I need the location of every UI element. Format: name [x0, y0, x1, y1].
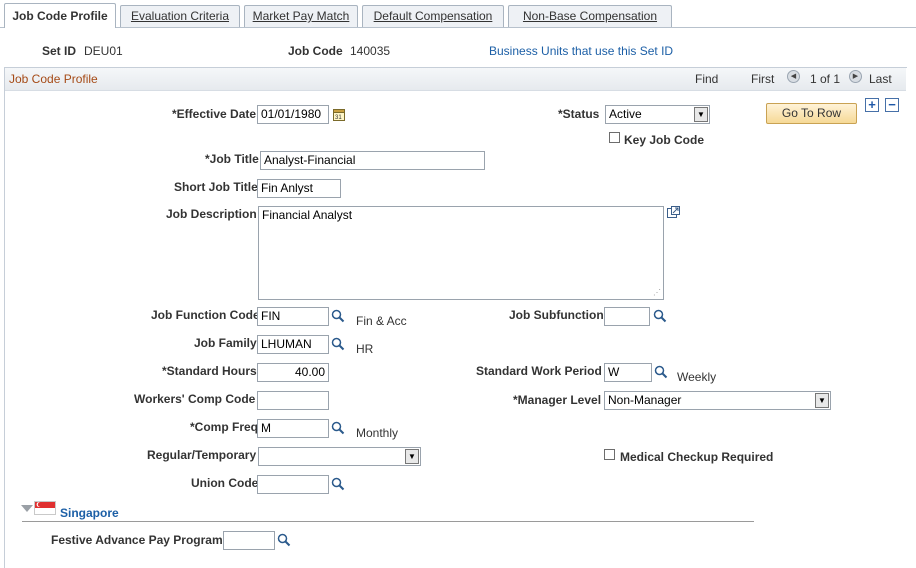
job-subfunction-label: Job Subfunction: [509, 308, 604, 322]
add-row-icon[interactable]: +: [865, 98, 879, 112]
job-function-description: Fin & Acc: [356, 314, 407, 328]
job-family-input[interactable]: LHUMAN: [257, 335, 329, 354]
short-job-title-input[interactable]: Fin Anlyst: [257, 179, 341, 198]
jobcode-label: Job Code: [288, 44, 343, 58]
festive-advance-pay-label: Festive Advance Pay Program: [51, 533, 223, 547]
find-link[interactable]: Find: [695, 72, 718, 86]
standard-work-period-label: Standard Work Period: [476, 364, 602, 378]
effective-date-input[interactable]: 01/01/1980: [257, 105, 329, 124]
magnifier-icon[interactable]: [331, 337, 345, 351]
job-title-input[interactable]: Analyst-Financial: [260, 151, 485, 170]
job-title-label: *Job Title: [205, 152, 259, 166]
tab-job-code-profile[interactable]: Job Code Profile: [4, 3, 116, 28]
job-description-textarea[interactable]: Financial Analyst ⋰: [258, 206, 664, 300]
section-divider: [22, 521, 754, 522]
tab-label: Market Pay Match: [252, 9, 350, 23]
dropdown-arrow-icon: ▼: [405, 449, 419, 464]
magnifier-icon[interactable]: [277, 533, 291, 547]
magnifier-icon[interactable]: [331, 309, 345, 323]
job-function-code-input[interactable]: FIN: [257, 307, 329, 326]
last-label: Last: [869, 72, 892, 86]
business-units-link[interactable]: Business Units that use this Set ID: [489, 44, 673, 58]
job-description-label: Job Description: [166, 207, 257, 221]
key-job-code-label: Key Job Code: [624, 133, 705, 147]
job-family-label: Job Family: [194, 336, 257, 350]
magnifier-icon[interactable]: [331, 421, 345, 435]
medical-checkup-checkbox[interactable]: [604, 449, 615, 460]
comp-freq-label: *Comp Freq: [190, 420, 259, 434]
tab-label: Default Compensation: [373, 9, 493, 23]
singapore-flag-icon: [34, 501, 56, 515]
workers-comp-code-input[interactable]: [257, 391, 329, 410]
manager-level-label: *Manager Level: [513, 393, 602, 407]
union-code-label: Union Code: [191, 476, 259, 490]
go-to-row-button[interactable]: Go To Row: [766, 103, 857, 124]
magnifier-icon[interactable]: [653, 309, 667, 323]
tab-evaluation-criteria[interactable]: Evaluation Criteria: [120, 5, 240, 27]
status-select-value: Active: [609, 107, 642, 121]
job-family-description: HR: [356, 342, 374, 356]
tab-non-base-compensation[interactable]: Non-Base Compensation: [508, 5, 672, 27]
standard-hours-label: *Standard Hours: [162, 364, 257, 378]
job-description-text: Financial Analyst: [262, 208, 353, 222]
jobcode-value: 140035: [350, 44, 391, 58]
singapore-section-link[interactable]: Singapore: [60, 506, 119, 520]
scroll-area-title: Job Code Profile: [9, 72, 98, 86]
setid-label: Set ID: [42, 44, 77, 58]
first-label: First: [751, 72, 775, 86]
tab-label: Non-Base Compensation: [522, 9, 658, 23]
magnifier-icon[interactable]: [654, 365, 668, 379]
short-job-title-label: Short Job Title: [174, 180, 258, 194]
regular-temporary-select[interactable]: ▼: [258, 447, 421, 466]
expand-icon[interactable]: [667, 206, 680, 219]
key-job-code-checkbox[interactable]: [609, 132, 620, 143]
tab-default-compensation[interactable]: Default Compensation: [362, 5, 504, 27]
status-select[interactable]: Active ▼: [605, 105, 710, 124]
comp-freq-input[interactable]: M: [257, 419, 329, 438]
row-count: 1 of 1: [810, 72, 841, 86]
standard-hours-input[interactable]: 40.00: [257, 363, 329, 382]
tab-label: Job Code Profile: [12, 9, 108, 23]
medical-checkup-label: Medical Checkup Required: [620, 450, 774, 464]
dropdown-arrow-icon: ▼: [815, 393, 829, 408]
standard-work-period-description: Weekly: [677, 370, 717, 384]
svg-text:31: 31: [335, 115, 342, 121]
tab-underline: [0, 27, 916, 28]
resize-grip-icon[interactable]: ⋰: [653, 289, 661, 297]
manager-level-select[interactable]: Non-Manager ▼: [604, 391, 831, 410]
scroll-area: [4, 67, 907, 568]
regular-temporary-label: Regular/Temporary: [147, 448, 257, 462]
dropdown-arrow-icon: ▼: [694, 107, 708, 122]
manager-level-select-value: Non-Manager: [608, 393, 682, 407]
tab-market-pay-match[interactable]: Market Pay Match: [244, 5, 358, 27]
triangle-down-icon[interactable]: [21, 505, 33, 513]
union-code-input[interactable]: [257, 475, 329, 494]
delete-row-icon[interactable]: −: [885, 98, 899, 112]
job-function-code-label: Job Function Code: [151, 308, 260, 322]
setid-value: DEU01: [84, 44, 123, 58]
magnifier-icon[interactable]: [331, 477, 345, 491]
standard-work-period-input[interactable]: W: [604, 363, 652, 382]
comp-freq-description: Monthly: [356, 426, 399, 440]
tab-label: Evaluation Criteria: [130, 9, 230, 23]
festive-advance-pay-input[interactable]: [223, 531, 275, 550]
next-row-button[interactable]: ▶: [849, 70, 862, 83]
status-label: *Status: [558, 107, 600, 121]
previous-row-button[interactable]: ◀: [787, 70, 800, 83]
calendar-icon[interactable]: 31: [333, 108, 345, 121]
tab-bar: Job Code Profile Evaluation Criteria Mar…: [0, 0, 916, 28]
workers-comp-code-label: Workers' Comp Code: [134, 392, 256, 406]
job-subfunction-input[interactable]: [604, 307, 650, 326]
effective-date-label: *Effective Date: [172, 107, 257, 121]
